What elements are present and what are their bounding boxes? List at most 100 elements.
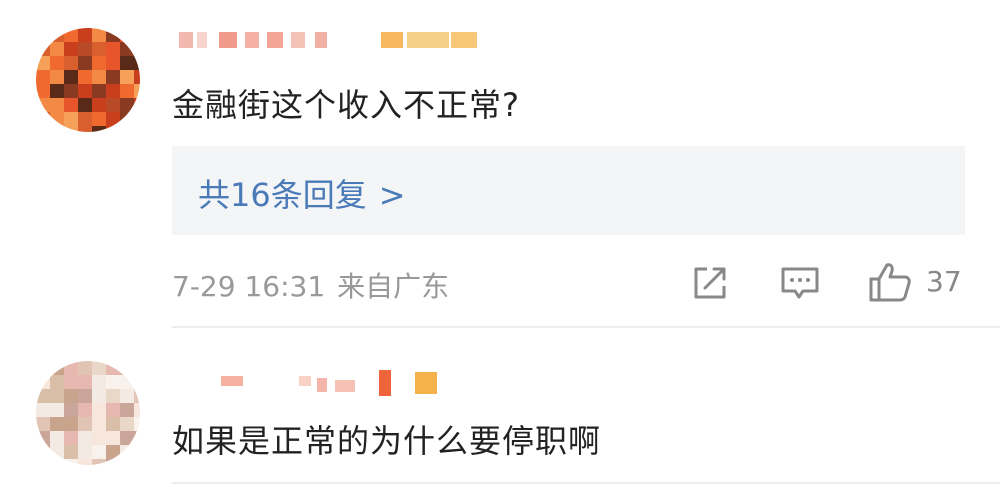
avatar-pixel	[64, 361, 78, 375]
replies-box[interactable]: 共16条回复 >	[172, 146, 965, 235]
avatar-pixel	[50, 56, 64, 70]
username-mosaic	[291, 32, 305, 48]
avatar-pixel	[134, 445, 140, 459]
avatar-pixel	[106, 403, 120, 417]
avatar-pixel	[50, 459, 64, 465]
username-mosaic	[299, 376, 311, 386]
comment-date: 7-29 16:31	[172, 270, 326, 303]
reply-button[interactable]	[779, 263, 821, 303]
avatar-pixel	[50, 361, 64, 375]
avatar-pixel	[106, 28, 120, 42]
avatar-pixel	[36, 42, 50, 56]
avatar-pixel	[120, 98, 134, 112]
avatar-pixel	[64, 112, 78, 126]
avatar-pixel	[120, 70, 134, 84]
username-mosaic	[317, 378, 327, 392]
comment-icon	[781, 267, 819, 299]
avatar-pixel	[50, 445, 64, 459]
avatar-pixel	[92, 459, 106, 465]
avatar-pixel	[134, 431, 140, 445]
avatar-pixel	[106, 445, 120, 459]
avatar-pixel	[78, 98, 92, 112]
avatar-pixel	[92, 403, 106, 417]
avatar-pixel	[134, 403, 140, 417]
avatar-pixel	[120, 112, 134, 126]
avatar-pixel	[36, 98, 50, 112]
avatar-pixel	[106, 361, 120, 375]
view-replies-link[interactable]: 共16条回复 >	[198, 170, 406, 216]
comment-meta: 7-29 16:31 来自广东	[172, 265, 449, 305]
avatar-pixel	[64, 375, 78, 389]
avatar-pixel	[50, 98, 64, 112]
username-mosaic	[381, 32, 403, 48]
username-mosaic	[415, 372, 437, 394]
avatar-pixel	[106, 459, 120, 465]
username-mosaic	[179, 32, 193, 48]
avatar-pixel	[36, 112, 50, 126]
avatar-pixel	[36, 56, 50, 70]
avatar-pixel	[134, 56, 140, 70]
avatar-pixel	[92, 445, 106, 459]
avatar-pixel	[36, 445, 50, 459]
avatar-pixel	[106, 126, 120, 132]
avatar-pixel	[92, 375, 106, 389]
avatar-pixel	[78, 126, 92, 132]
avatar[interactable]	[36, 28, 140, 132]
avatar-pixel	[134, 361, 140, 375]
replies-count-label: 共16条回复	[198, 176, 367, 214]
username-mosaic	[315, 32, 327, 48]
avatar-pixel	[120, 445, 134, 459]
avatar-pixel	[50, 403, 64, 417]
share-button[interactable]	[690, 263, 730, 303]
avatar-pixel	[50, 70, 64, 84]
avatar-pixel	[50, 84, 64, 98]
avatar-pixel	[120, 28, 134, 42]
thumbs-up-icon	[869, 263, 911, 302]
avatar-pixel	[120, 361, 134, 375]
avatar-pixel	[78, 28, 92, 42]
comment-item: 金融街这个收入不正常? 共16条回复 > 7-29 16:31 来自广东 37	[0, 0, 1000, 327]
avatar-pixel	[78, 42, 92, 56]
comment-text: 金融街这个收入不正常?	[172, 86, 520, 124]
username-mosaic	[197, 32, 207, 48]
avatar-pixel	[64, 403, 78, 417]
avatar-pixel	[36, 361, 50, 375]
avatar-pixel	[64, 56, 78, 70]
avatar-pixel	[92, 389, 106, 403]
avatar-pixel	[120, 375, 134, 389]
avatar-pixel	[78, 112, 92, 126]
avatar-pixel	[92, 361, 106, 375]
avatar-pixel	[120, 56, 134, 70]
username-mosaic	[335, 380, 355, 392]
avatar-pixel	[92, 126, 106, 132]
avatar-pixel	[134, 126, 140, 132]
avatar-pixel	[64, 98, 78, 112]
avatar-pixel	[92, 84, 106, 98]
avatar-pixel	[78, 84, 92, 98]
username-mosaic	[245, 32, 259, 48]
avatar[interactable]	[36, 361, 140, 465]
like-count: 37	[926, 265, 962, 298]
avatar-pixel	[50, 431, 64, 445]
avatar-pixel	[78, 56, 92, 70]
avatar-pixel	[50, 417, 64, 431]
avatar-pixel	[36, 389, 50, 403]
avatar-pixel	[106, 375, 120, 389]
avatar-pixel	[92, 431, 106, 445]
avatar-pixel	[64, 389, 78, 403]
avatar-pixel	[120, 417, 134, 431]
avatar-pixel	[120, 459, 134, 465]
avatar-pixel	[36, 417, 50, 431]
avatar-pixel	[78, 403, 92, 417]
avatar-pixel	[106, 112, 120, 126]
avatar-pixel	[106, 98, 120, 112]
like-button[interactable]: 37	[868, 263, 968, 303]
avatar-pixel	[120, 126, 134, 132]
comment-item: 如果是正常的为什么要停职啊	[0, 328, 1000, 485]
avatar-pixel	[36, 70, 50, 84]
avatar-pixel	[78, 417, 92, 431]
username[interactable]	[175, 366, 475, 400]
avatar-pixel	[36, 403, 50, 417]
avatar-pixel	[64, 459, 78, 465]
username[interactable]	[175, 24, 477, 58]
